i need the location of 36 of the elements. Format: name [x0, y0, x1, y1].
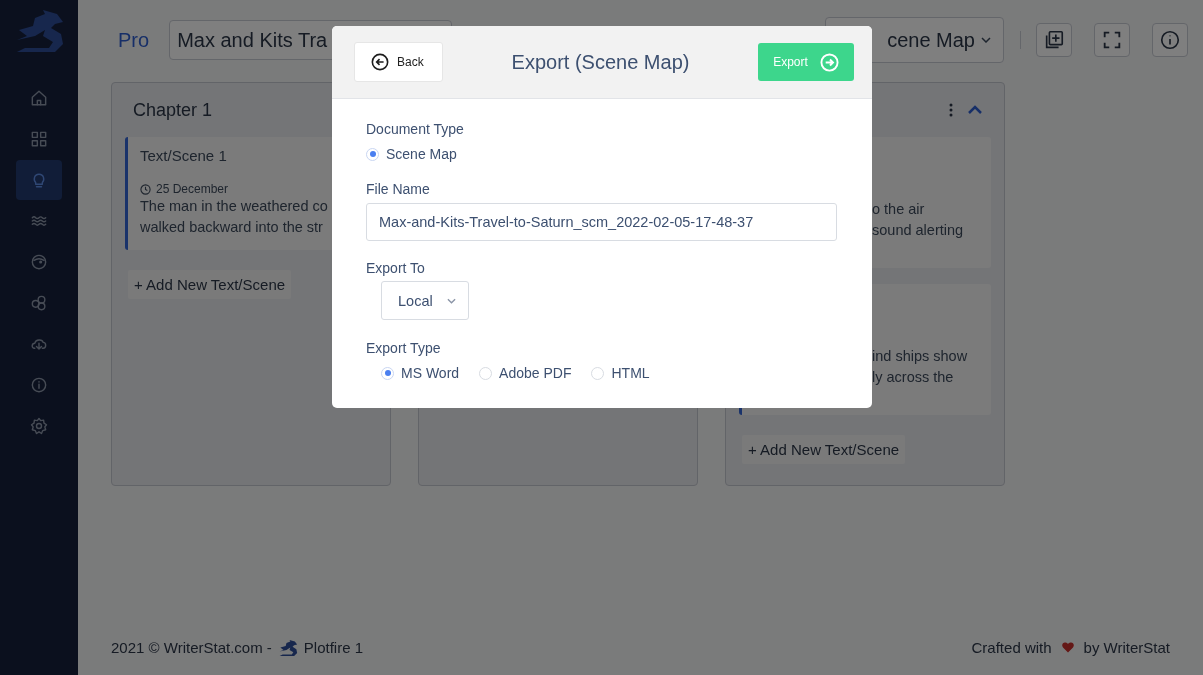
scene-text: o the air [872, 200, 926, 219]
scene-text: ly across the [872, 368, 955, 387]
caret-icon [446, 297, 456, 304]
add-copy-icon[interactable] [1036, 23, 1072, 57]
sidebar-bulb-icon[interactable] [16, 160, 62, 200]
scene-text: walked backward into the str [140, 218, 324, 237]
chevron-up-icon[interactable] [967, 105, 983, 115]
scene-text: sound alerting [872, 221, 965, 240]
export-type-radio[interactable]: Adobe PDF [479, 365, 572, 381]
export-type-radio[interactable]: HTML [591, 365, 650, 381]
export-type-radio[interactable]: MS Word [381, 365, 460, 381]
clock-icon [140, 183, 151, 195]
scene-title: Text/Scene 1 [140, 147, 228, 164]
product-link[interactable]: Plotfire 1 [303, 639, 364, 656]
back-button[interactable]: Back [354, 42, 443, 82]
add-scene-button[interactable]: + Add New Text/Scene [742, 435, 906, 464]
scene-text: The man in the weathered co [140, 197, 329, 216]
field-label: Export Type [366, 340, 441, 356]
copyright-text: 2021 © WriterStat.com - [111, 639, 272, 656]
scene-date: 25 December [156, 182, 229, 196]
add-scene-button[interactable]: + Add New Text/Scene [128, 270, 292, 299]
author-link[interactable]: by WriterStat [1083, 639, 1170, 656]
export-to-dropdown[interactable]: Local [381, 281, 469, 320]
heart-icon [1061, 642, 1074, 653]
more-icon[interactable] [949, 103, 953, 117]
chapter-title: Chapter 1 [133, 99, 213, 121]
scene-text: ind ships show [872, 347, 969, 366]
fullscreen-icon[interactable] [1094, 23, 1130, 57]
info-icon[interactable] [1152, 23, 1188, 57]
plan-label: Pro [118, 28, 150, 52]
caret-icon [981, 37, 991, 43]
crafted-text: Crafted with [971, 639, 1052, 656]
dialog-title: Export (Scene Map) [510, 50, 691, 74]
field-label: Export To [366, 260, 425, 276]
file-name-field[interactable]: Max-and-Kits-Travel-to-Saturn_scm_2022-02-05-17-48-37 [366, 203, 837, 241]
field-label: Document Type [366, 121, 464, 137]
